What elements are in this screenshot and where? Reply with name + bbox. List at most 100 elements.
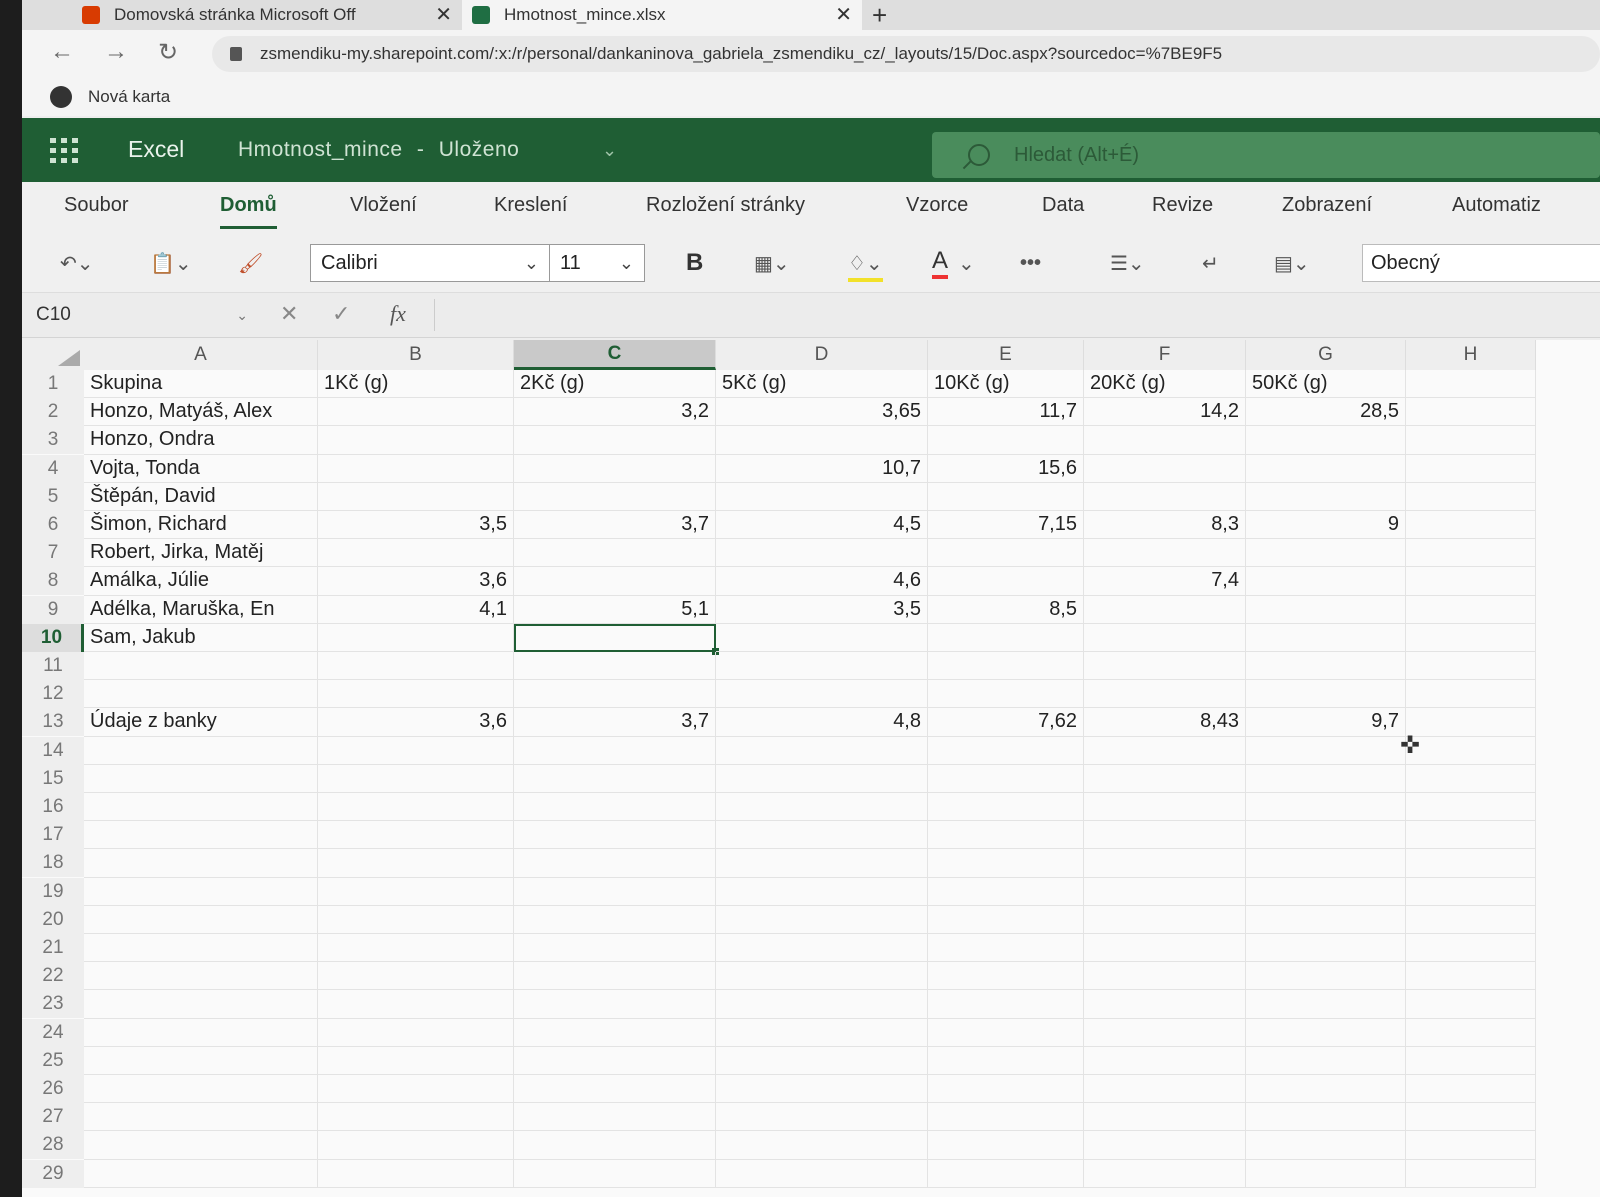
tab-kresleni[interactable]: Kreslení [494,194,567,217]
cell-e1[interactable]: 10Kč (g) [928,370,1084,399]
cell-f25[interactable] [1084,1046,1246,1075]
cell-c5[interactable] [514,482,716,511]
row-header-27[interactable]: 27 [22,1103,84,1132]
column-header-h[interactable]: H [1406,340,1536,370]
fill-color-icon[interactable]: ♢⌄ [848,248,883,282]
cell-f1[interactable]: 20Kč (g) [1084,370,1246,399]
cell-h18[interactable] [1406,849,1536,878]
tab-rozlozeni-stranky[interactable]: Rozložení stránky [646,194,805,217]
reload-icon[interactable]: ↻ [158,38,178,67]
cell-b4[interactable] [318,454,514,483]
cell-g24[interactable] [1246,1018,1406,1047]
bookmark-new-tab[interactable]: Nová karta [88,87,170,107]
cell-f18[interactable] [1084,849,1246,878]
cell-h9[interactable] [1406,595,1536,624]
row-header-12[interactable]: 12 [22,680,84,709]
cell-d17[interactable] [716,821,928,850]
cell-g11[interactable] [1246,652,1406,681]
row-header-4[interactable]: 4 [22,454,84,483]
cell-d3[interactable] [716,426,928,455]
cell-b25[interactable] [318,1046,514,1075]
cell-c16[interactable] [514,793,716,822]
cell-a14[interactable] [84,736,318,765]
cell-e24[interactable] [928,1018,1084,1047]
cell-e15[interactable] [928,764,1084,793]
cell-g12[interactable] [1246,680,1406,709]
row-header-8[interactable]: 8 [22,567,84,596]
cell-a24[interactable] [84,1018,318,1047]
forward-icon[interactable]: → [104,38,128,66]
cell-h14[interactable] [1406,736,1536,765]
cell-d22[interactable] [716,962,928,991]
cell-g21[interactable] [1246,934,1406,963]
cell-e11[interactable] [928,652,1084,681]
row-header-1[interactable]: 1 [22,370,84,398]
cell-d26[interactable] [716,1075,928,1104]
cell-g22[interactable] [1246,962,1406,991]
cell-a13[interactable]: Údaje z banky [84,708,318,737]
column-header-a[interactable]: A [84,340,318,370]
cell-a2[interactable]: Honzo, Matyáš, Alex [84,398,318,427]
cell-f13[interactable]: 8,43 [1084,708,1246,737]
cell-g2[interactable]: 28,5 [1246,398,1406,427]
cell-h29[interactable] [1406,1159,1536,1188]
cell-h22[interactable] [1406,962,1536,991]
cell-b13[interactable]: 3,6 [318,708,514,737]
cell-a8[interactable]: Amálka, Júlie [84,567,318,596]
cell-e25[interactable] [928,1046,1084,1075]
cell-d20[interactable] [716,905,928,934]
cell-a21[interactable] [84,934,318,963]
row-header-14[interactable]: 14 [22,736,84,765]
cell-f12[interactable] [1084,680,1246,709]
cell-g16[interactable] [1246,793,1406,822]
cell-c6[interactable]: 3,7 [514,511,716,540]
row-header-5[interactable]: 5 [22,482,84,511]
cell-h3[interactable] [1406,426,1536,455]
cell-c11[interactable] [514,652,716,681]
cell-h28[interactable] [1406,1131,1536,1160]
cell-h20[interactable] [1406,905,1536,934]
cell-g3[interactable] [1246,426,1406,455]
cell-g4[interactable] [1246,454,1406,483]
cell-c22[interactable] [514,962,716,991]
cell-d14[interactable] [716,736,928,765]
cell-g14[interactable] [1246,736,1406,765]
cell-c7[interactable] [514,539,716,568]
cell-f16[interactable] [1084,793,1246,822]
cell-c4[interactable] [514,454,716,483]
app-launcher-icon[interactable] [50,138,82,163]
cell-f27[interactable] [1084,1103,1246,1132]
cell-a10[interactable]: Sam, Jakub [84,623,318,652]
cell-e22[interactable] [928,962,1084,991]
cell-d9[interactable]: 3,5 [716,595,928,624]
cell-a6[interactable]: Šimon, Richard [84,511,318,540]
cell-d16[interactable] [716,793,928,822]
cell-a9[interactable]: Adélka, Maruška, En [84,595,318,624]
cell-d13[interactable]: 4,8 [716,708,928,737]
cell-e14[interactable] [928,736,1084,765]
cell-d8[interactable]: 4,6 [716,567,928,596]
tab-automatizace[interactable]: Automatiz [1452,194,1541,217]
cell-f11[interactable] [1084,652,1246,681]
cell-a23[interactable] [84,990,318,1019]
cell-d23[interactable] [716,990,928,1019]
cell-h21[interactable] [1406,934,1536,963]
row-header-25[interactable]: 25 [22,1046,84,1075]
row-header-28[interactable]: 28 [22,1131,84,1160]
row-header-23[interactable]: 23 [22,990,84,1019]
cell-a16[interactable] [84,793,318,822]
cell-h24[interactable] [1406,1018,1536,1047]
cell-b6[interactable]: 3,5 [318,511,514,540]
cell-g29[interactable] [1246,1159,1406,1188]
tab-soubor[interactable]: Soubor [64,194,129,217]
cell-c10[interactable] [514,623,716,652]
cell-c17[interactable] [514,821,716,850]
cell-b10[interactable] [318,623,514,652]
cell-f29[interactable] [1084,1159,1246,1188]
cell-c25[interactable] [514,1046,716,1075]
cell-h25[interactable] [1406,1046,1536,1075]
name-box[interactable]: C10 ⌄ [30,299,256,331]
font-size-select[interactable]: 11 ⌄ [549,244,645,282]
spreadsheet-grid[interactable]: A B C D E F G H 1 Skupina 1Kč (g) 2Kč (g) 5Kč (g) 10K… [22,340,1600,1197]
cancel-icon[interactable]: ✕ [280,301,298,327]
